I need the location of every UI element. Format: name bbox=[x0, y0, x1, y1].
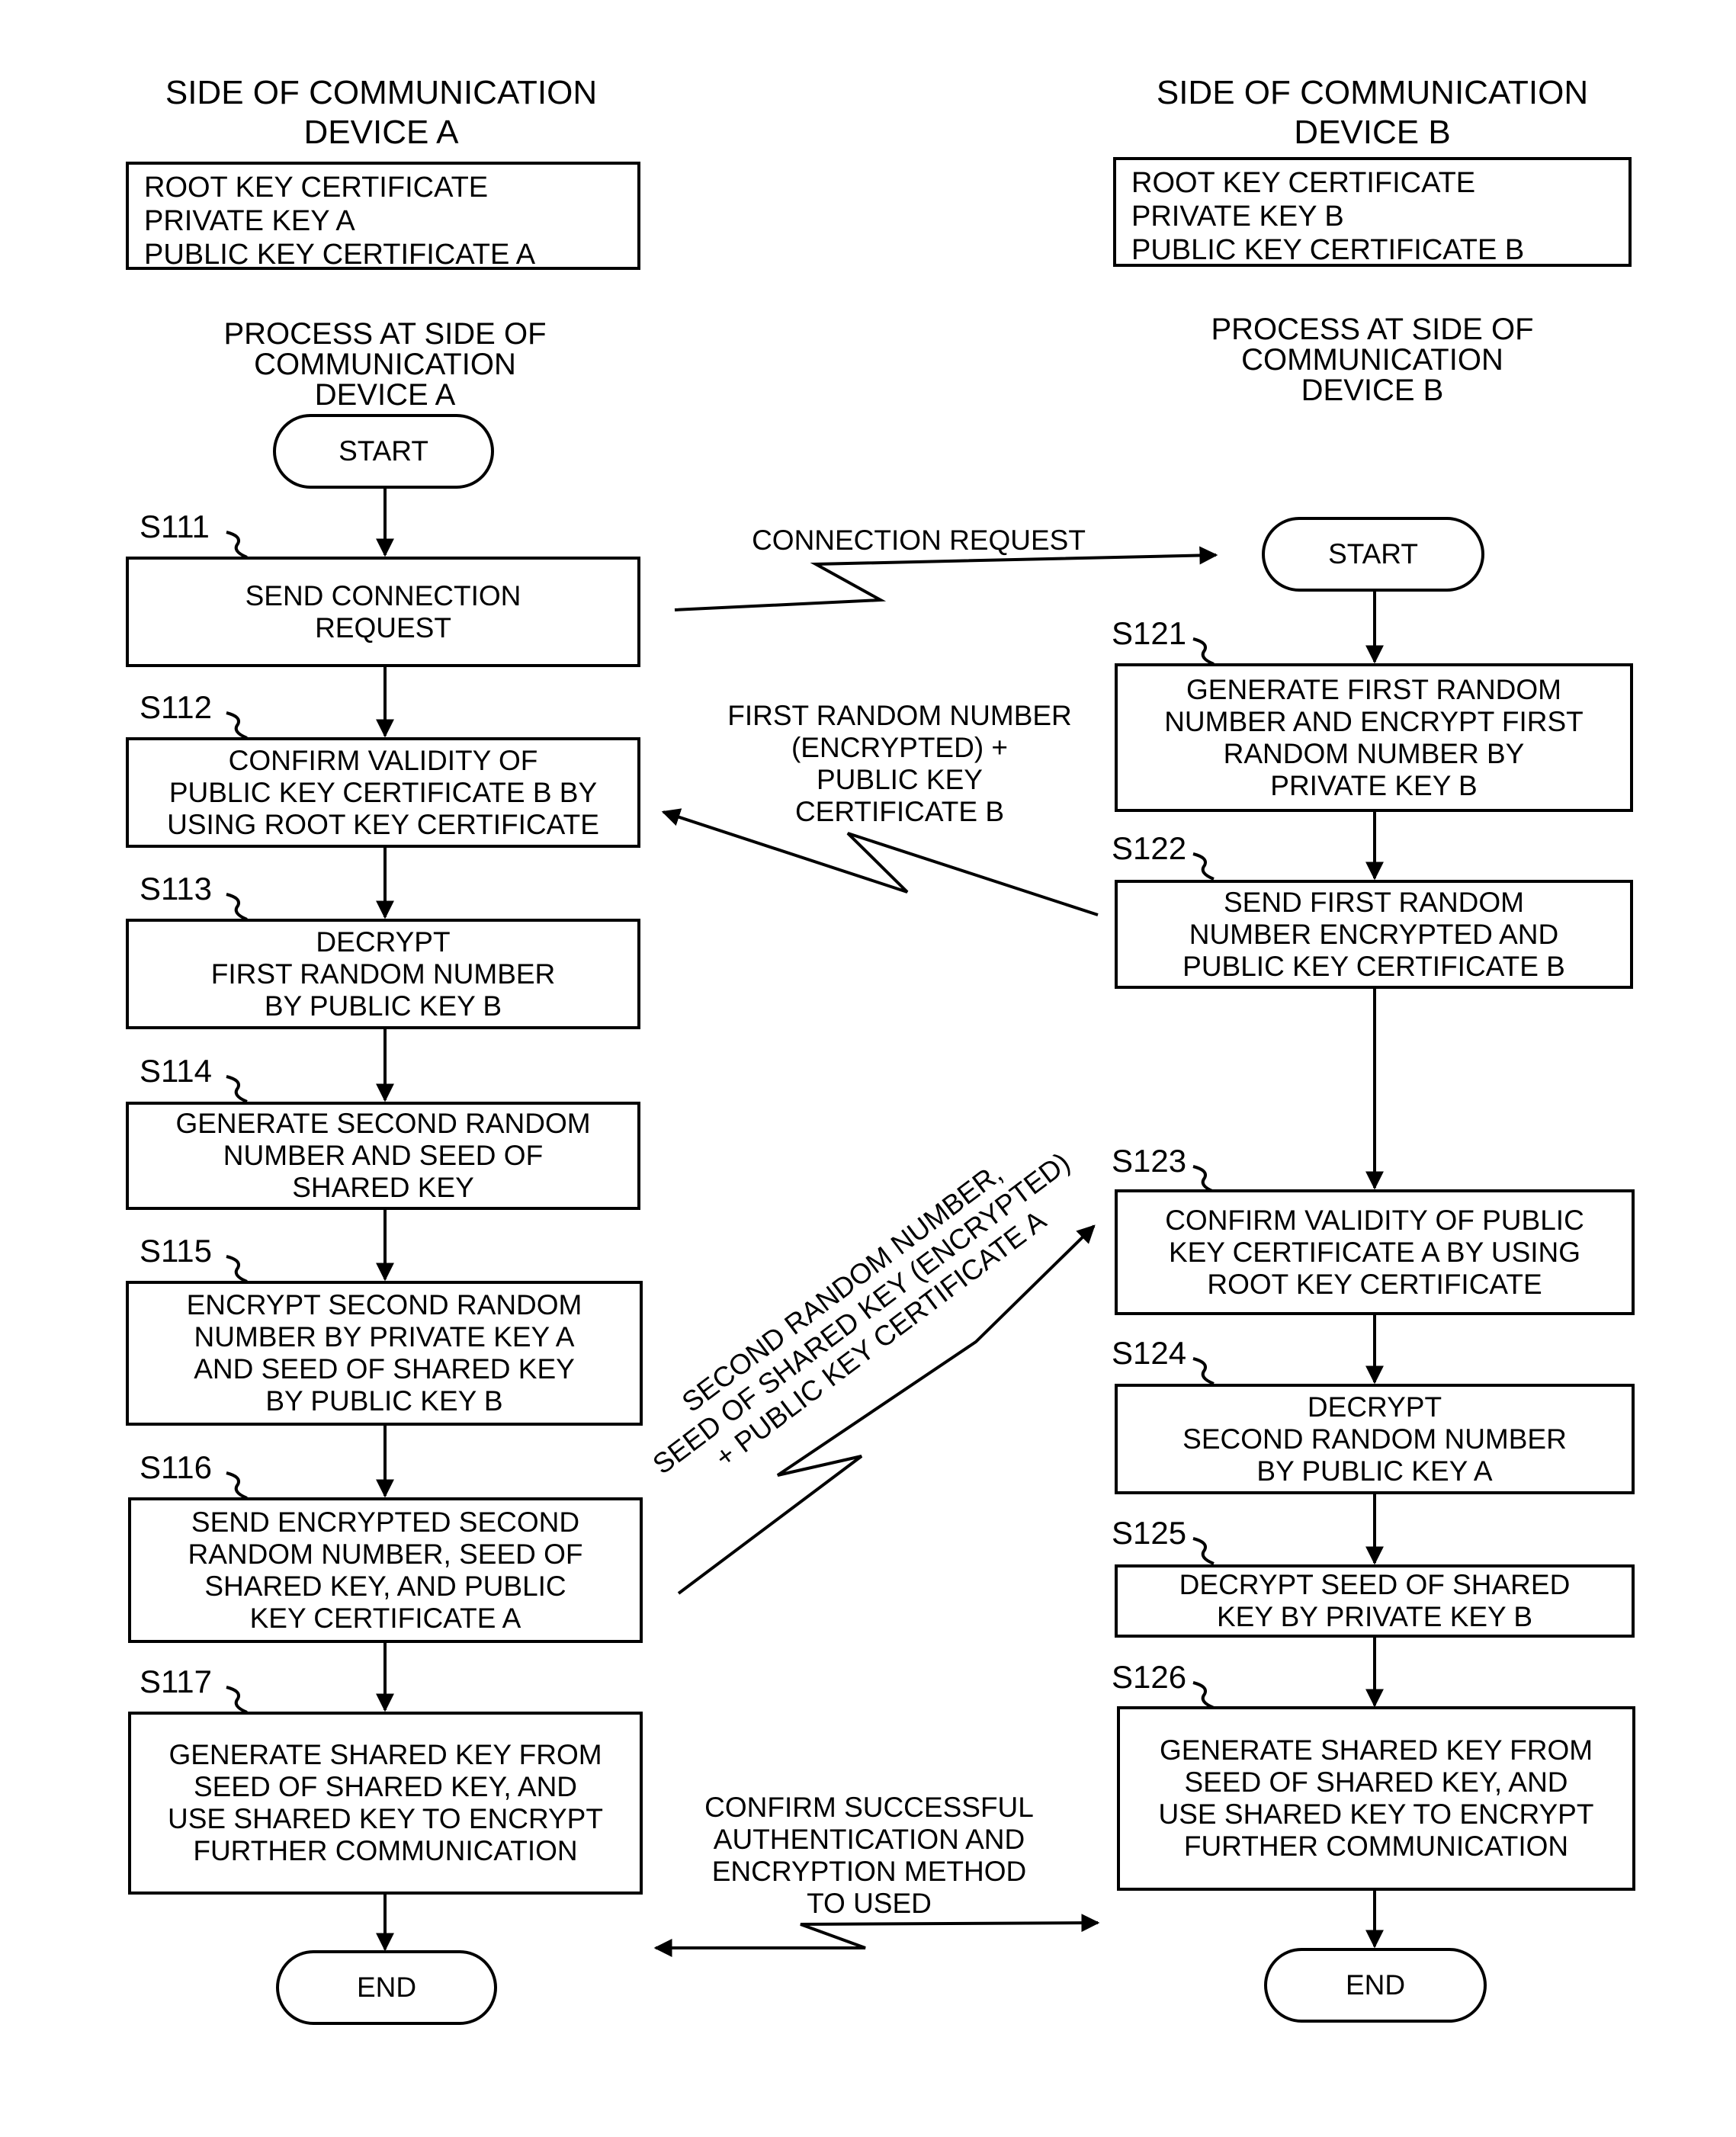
device-a-start-terminal: START bbox=[273, 414, 494, 489]
leader-s126 bbox=[1192, 1681, 1215, 1709]
step-box-s124: DECRYPT SECOND RANDOM NUMBER BY PUBLIC K… bbox=[1115, 1384, 1635, 1494]
message-arrow-connection-request bbox=[674, 546, 1218, 611]
step-box-s123: CONFIRM VALIDITY OF PUBLIC KEY CERTIFICA… bbox=[1115, 1189, 1635, 1315]
device-a-end-terminal: END bbox=[276, 1950, 497, 2025]
leader-s123 bbox=[1192, 1165, 1215, 1193]
device-b-process-title: PROCESS AT SIDE OF COMMUNICATION DEVICE … bbox=[1211, 313, 1534, 407]
leader-s112 bbox=[226, 711, 248, 740]
device-b-header: SIDE OF COMMUNICATION DEVICE B bbox=[1156, 74, 1589, 151]
device-b-start-terminal: START bbox=[1262, 517, 1484, 592]
leader-s116 bbox=[226, 1471, 248, 1500]
step-box-s115: ENCRYPT SECOND RANDOM NUMBER BY PRIVATE … bbox=[126, 1281, 643, 1426]
step-label-s111: S111 bbox=[140, 509, 210, 544]
step-box-s117: GENERATE SHARED KEY FROM SEED OF SHARED … bbox=[128, 1712, 643, 1895]
device-a-key-item: PUBLIC KEY CERTIFICATE A bbox=[144, 239, 536, 271]
step-label-s125: S125 bbox=[1112, 1515, 1187, 1551]
leader-s113 bbox=[226, 893, 248, 921]
device-a-process-title: PROCESS AT SIDE OF COMMUNICATION DEVICE … bbox=[223, 317, 547, 412]
step-box-s126: GENERATE SHARED KEY FROM SEED OF SHARED … bbox=[1117, 1706, 1635, 1891]
device-b-key-item: PRIVATE KEY B bbox=[1131, 201, 1344, 233]
message-label-connection-request: CONNECTION REQUEST bbox=[752, 525, 1086, 556]
leader-s117 bbox=[226, 1686, 248, 1714]
step-box-s111: SEND CONNECTION REQUEST bbox=[126, 557, 640, 667]
step-box-s116: SEND ENCRYPTED SECOND RANDOM NUMBER, SEE… bbox=[128, 1497, 643, 1643]
step-box-s112: CONFIRM VALIDITY OF PUBLIC KEY CERTIFICA… bbox=[126, 737, 640, 848]
step-box-s122: SEND FIRST RANDOM NUMBER ENCRYPTED AND P… bbox=[1115, 880, 1633, 989]
step-label-s124: S124 bbox=[1112, 1335, 1187, 1371]
step-box-s113: DECRYPT FIRST RANDOM NUMBER BY PUBLIC KE… bbox=[126, 919, 640, 1029]
device-b-key-box: ROOT KEY CERTIFICATE PRIVATE KEY B PUBLI… bbox=[1113, 157, 1632, 267]
step-box-s121: GENERATE FIRST RANDOM NUMBER AND ENCRYPT… bbox=[1115, 663, 1633, 812]
device-a-key-item: PRIVATE KEY A bbox=[144, 205, 355, 237]
step-label-s121: S121 bbox=[1112, 615, 1187, 651]
step-label-s115: S115 bbox=[140, 1233, 212, 1269]
leader-s115 bbox=[226, 1255, 248, 1283]
device-a-header: SIDE OF COMMUNICATION DEVICE A bbox=[165, 74, 598, 151]
step-label-s122: S122 bbox=[1112, 830, 1187, 866]
step-box-s114: GENERATE SECOND RANDOM NUMBER AND SEED O… bbox=[126, 1102, 640, 1210]
device-b-key-item: PUBLIC KEY CERTIFICATE B bbox=[1131, 234, 1525, 266]
leader-s114 bbox=[226, 1075, 248, 1103]
step-label-s114: S114 bbox=[140, 1053, 212, 1089]
step-label-s126: S126 bbox=[1112, 1659, 1187, 1695]
leader-s124 bbox=[1192, 1357, 1215, 1385]
step-box-s125: DECRYPT SEED OF SHARED KEY BY PRIVATE KE… bbox=[1115, 1564, 1635, 1638]
message-label-first-random: FIRST RANDOM NUMBER (ENCRYPTED) + PUBLIC… bbox=[727, 700, 1072, 827]
device-a-key-box: ROOT KEY CERTIFICATE PRIVATE KEY A PUBLI… bbox=[126, 162, 640, 271]
step-label-s116: S116 bbox=[140, 1449, 212, 1485]
message-arrow-confirm bbox=[653, 1914, 1100, 1957]
step-label-s123: S123 bbox=[1112, 1143, 1187, 1179]
step-label-s113: S113 bbox=[140, 871, 212, 906]
step-label-s117: S117 bbox=[140, 1664, 212, 1699]
device-b-end-terminal: END bbox=[1264, 1948, 1487, 2023]
step-label-s112: S112 bbox=[140, 689, 212, 725]
leader-s111 bbox=[226, 531, 248, 559]
leader-s122 bbox=[1192, 852, 1215, 881]
message-label-confirm: CONFIRM SUCCESSFUL AUTHENTICATION AND EN… bbox=[704, 1792, 1034, 1919]
device-a-key-item: ROOT KEY CERTIFICATE bbox=[144, 172, 489, 204]
leader-s125 bbox=[1192, 1537, 1215, 1565]
device-b-key-item: ROOT KEY CERTIFICATE bbox=[1131, 167, 1476, 199]
leader-s121 bbox=[1192, 637, 1215, 666]
